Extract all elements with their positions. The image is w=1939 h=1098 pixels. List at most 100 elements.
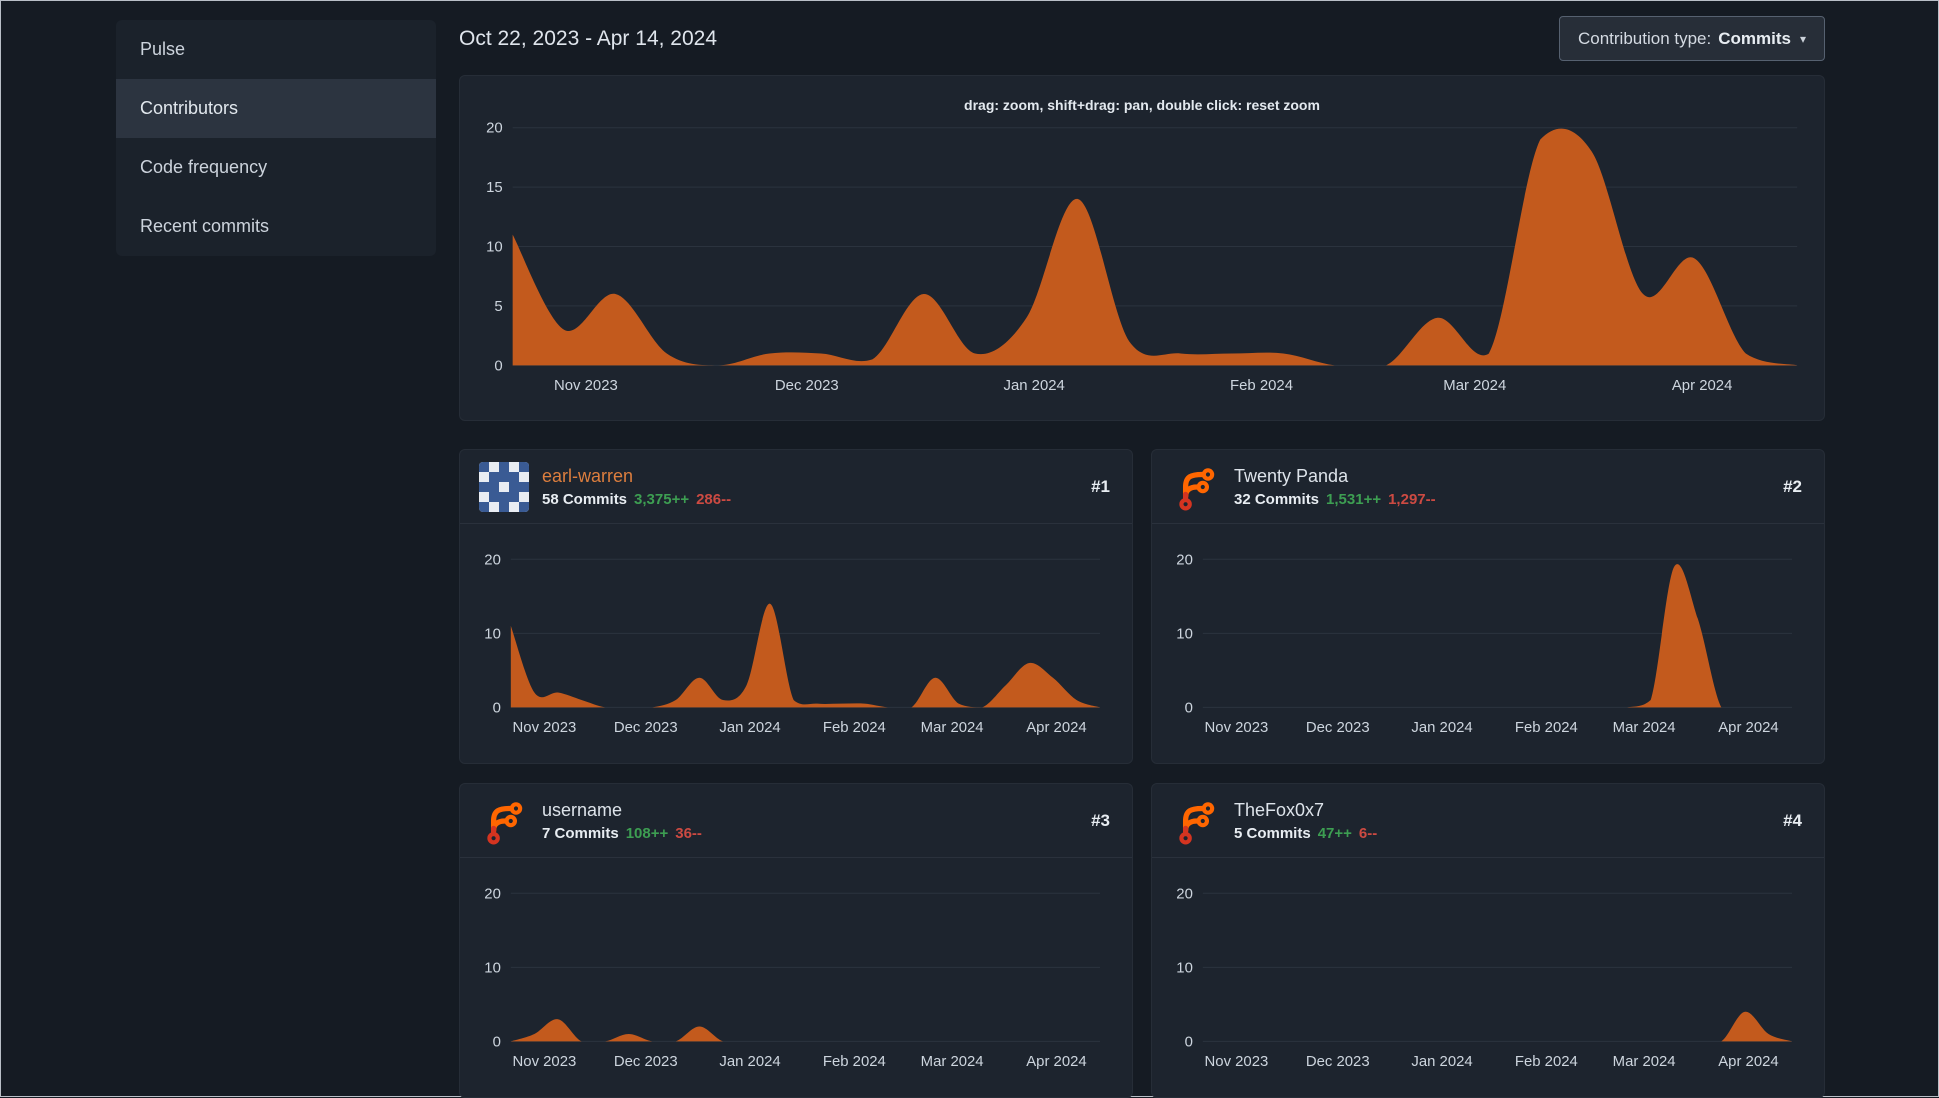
svg-text:Feb 2024: Feb 2024 <box>1230 378 1293 394</box>
svg-text:Feb 2024: Feb 2024 <box>1515 1054 1578 1070</box>
contributor-identity: earl-warren 58 Commits 3,375++ 286-- <box>542 465 1091 508</box>
contributor-card-2: Twenty Panda 32 Commits 1,531++ 1,297-- … <box>1151 449 1825 764</box>
svg-text:10: 10 <box>484 626 501 642</box>
svg-text:10: 10 <box>486 239 503 255</box>
deletions-count: 36-- <box>675 824 702 842</box>
svg-text:Nov 2023: Nov 2023 <box>554 378 618 394</box>
contributor-stats: 32 Commits 1,531++ 1,297-- <box>1234 491 1783 508</box>
avatar[interactable] <box>1171 462 1221 512</box>
svg-text:Nov 2023: Nov 2023 <box>513 720 577 736</box>
additions-count: 47++ <box>1317 824 1352 842</box>
svg-text:Mar 2024: Mar 2024 <box>921 1054 984 1070</box>
contributor-stats: 5 Commits 47++ 6-- <box>1234 825 1783 842</box>
contributor-name-link[interactable]: earl-warren <box>542 465 1091 488</box>
date-range-heading: Oct 22, 2023 - Apr 14, 2024 <box>459 26 718 50</box>
svg-text:Mar 2024: Mar 2024 <box>1443 378 1506 394</box>
svg-text:Jan 2024: Jan 2024 <box>1004 378 1065 394</box>
svg-text:10: 10 <box>1176 960 1193 976</box>
contributor-card-1: earl-warren 58 Commits 3,375++ 286-- #1 … <box>459 449 1133 764</box>
contributor-card-header: earl-warren 58 Commits 3,375++ 286-- #1 <box>460 450 1132 524</box>
svg-text:20: 20 <box>486 121 503 137</box>
chart-zoom-hint: drag: zoom, shift+drag: pan, double clic… <box>964 97 1320 113</box>
svg-text:Dec 2023: Dec 2023 <box>614 1054 678 1070</box>
contribution-type-label: Contribution type: <box>1577 28 1712 48</box>
contributors-content: Oct 22, 2023 - Apr 14, 2024 Contribution… <box>459 1 1825 1098</box>
svg-text:20: 20 <box>484 552 501 568</box>
svg-text:Jan 2024: Jan 2024 <box>719 1054 780 1070</box>
svg-text:Nov 2023: Nov 2023 <box>513 1054 577 1070</box>
svg-text:Apr 2024: Apr 2024 <box>1718 720 1778 736</box>
contributor-rank: #3 <box>1091 810 1110 830</box>
svg-text:15: 15 <box>486 180 503 196</box>
repo-activity-contributors-page: { "colors": { "page_bg": "#151b23", "pan… <box>0 0 1939 1098</box>
contributor-stats: 7 Commits 108++ 36-- <box>542 825 1091 842</box>
svg-text:Jan 2024: Jan 2024 <box>719 720 780 736</box>
svg-text:Mar 2024: Mar 2024 <box>921 720 984 736</box>
commit-count: 7 Commits <box>542 824 619 842</box>
sidebar-item-pulse[interactable]: Pulse <box>116 20 436 79</box>
svg-text:Apr 2024: Apr 2024 <box>1026 1054 1086 1070</box>
commit-count: 58 Commits <box>542 490 628 508</box>
overall-chart-panel: drag: zoom, shift+drag: pan, double clic… <box>459 75 1825 421</box>
svg-text:0: 0 <box>1185 700 1193 716</box>
contributor-rank: #1 <box>1091 476 1110 496</box>
svg-text:Apr 2024: Apr 2024 <box>1718 1054 1778 1070</box>
deletions-count: 6-- <box>1358 824 1378 842</box>
contributor-name-link[interactable]: Twenty Panda <box>1234 465 1783 488</box>
contributor-name-link[interactable]: TheFox0x7 <box>1234 799 1783 822</box>
topbar: Oct 22, 2023 - Apr 14, 2024 Contribution… <box>459 16 1825 61</box>
svg-text:20: 20 <box>484 886 501 902</box>
svg-text:Dec 2023: Dec 2023 <box>614 720 678 736</box>
svg-text:Apr 2024: Apr 2024 <box>1672 378 1733 394</box>
avatar[interactable] <box>479 461 529 512</box>
commit-count: 5 Commits <box>1234 824 1311 842</box>
activity-sidebar: Pulse Contributors Code frequency Recent… <box>116 20 436 256</box>
contributor-card-header: username 7 Commits 108++ 36-- #3 <box>460 784 1132 858</box>
svg-text:Dec 2023: Dec 2023 <box>1306 1054 1370 1070</box>
svg-text:Mar 2024: Mar 2024 <box>1613 720 1676 736</box>
overall-commits-chart[interactable]: 0 5 10 15 20 Nov 2023 Dec 2023 Jan 2024 Feb 2024… <box>460 76 1824 420</box>
contributor-card-header: Twenty Panda 32 Commits 1,531++ 1,297-- … <box>1152 450 1824 524</box>
additions-count: 108++ <box>625 824 669 842</box>
contributor-name-link[interactable]: username <box>542 799 1091 822</box>
contributor-card-3: username 7 Commits 108++ 36-- #3 0 10 20 No… <box>459 783 1133 1098</box>
svg-text:10: 10 <box>1176 626 1193 642</box>
svg-text:0: 0 <box>493 700 501 716</box>
svg-text:20: 20 <box>1176 886 1193 902</box>
additions-count: 3,375++ <box>634 490 690 508</box>
avatar[interactable] <box>1171 796 1221 846</box>
svg-text:Nov 2023: Nov 2023 <box>1205 720 1269 736</box>
svg-text:Feb 2024: Feb 2024 <box>1515 720 1578 736</box>
contribution-type-value: Commits <box>1718 28 1791 48</box>
svg-text:Dec 2023: Dec 2023 <box>775 378 839 394</box>
sidebar-item-contributors[interactable]: Contributors <box>116 79 436 138</box>
svg-text:Feb 2024: Feb 2024 <box>823 720 886 736</box>
avatar[interactable] <box>479 796 529 846</box>
contributor-stats: 58 Commits 3,375++ 286-- <box>542 491 1091 508</box>
svg-text:Jan 2024: Jan 2024 <box>1411 1054 1472 1070</box>
contribution-type-dropdown[interactable]: Contribution type: Commits ▾ <box>1558 16 1825 61</box>
svg-text:0: 0 <box>1185 1034 1193 1050</box>
svg-text:10: 10 <box>484 960 501 976</box>
contributor-card-header: TheFox0x7 5 Commits 47++ 6-- #4 <box>1152 784 1824 858</box>
contributor-identity: TheFox0x7 5 Commits 47++ 6-- <box>1234 799 1783 842</box>
commit-count: 32 Commits <box>1234 490 1320 508</box>
contributor-card-4: TheFox0x7 5 Commits 47++ 6-- #4 0 10 20 Nov… <box>1151 783 1825 1098</box>
contributor-cards-grid: earl-warren 58 Commits 3,375++ 286-- #1 … <box>459 449 1825 1098</box>
svg-text:Dec 2023: Dec 2023 <box>1306 720 1370 736</box>
svg-text:Jan 2024: Jan 2024 <box>1411 720 1472 736</box>
svg-text:Feb 2024: Feb 2024 <box>823 1054 886 1070</box>
chevron-down-icon: ▾ <box>1799 31 1806 46</box>
svg-text:Nov 2023: Nov 2023 <box>1205 1054 1269 1070</box>
additions-count: 1,531++ <box>1326 490 1382 508</box>
svg-text:0: 0 <box>494 358 502 374</box>
sidebar-item-recent-commits[interactable]: Recent commits <box>116 197 436 256</box>
svg-text:5: 5 <box>494 299 502 315</box>
svg-text:Apr 2024: Apr 2024 <box>1026 720 1086 736</box>
svg-text:Mar 2024: Mar 2024 <box>1613 1054 1676 1070</box>
svg-text:20: 20 <box>1176 552 1193 568</box>
contributor-identity: Twenty Panda 32 Commits 1,531++ 1,297-- <box>1234 465 1783 508</box>
contributor-rank: #4 <box>1783 810 1802 830</box>
sidebar-item-code-frequency[interactable]: Code frequency <box>116 138 436 197</box>
contributor-identity: username 7 Commits 108++ 36-- <box>542 799 1091 842</box>
